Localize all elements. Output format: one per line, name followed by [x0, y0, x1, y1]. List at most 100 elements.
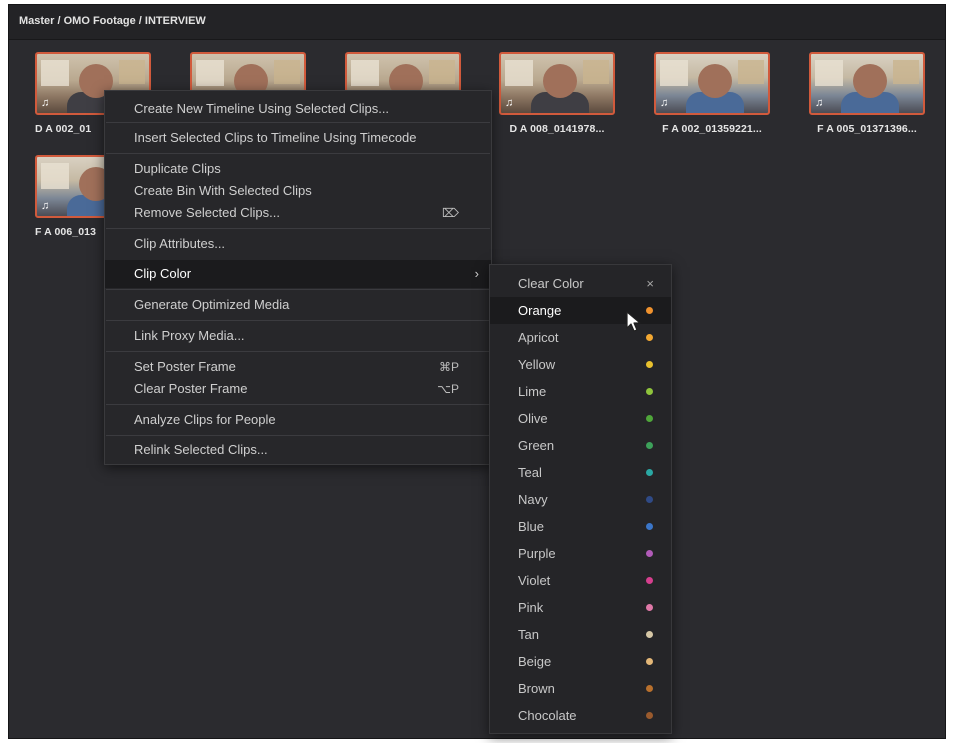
menu-item-color-teal[interactable]: Teal — [490, 459, 671, 486]
menu-item-clear-color[interactable]: Clear Color × — [490, 270, 671, 297]
audio-icon: ♫ — [41, 200, 50, 212]
audio-icon: ♫ — [505, 97, 514, 109]
menu-item-color-blue[interactable]: Blue — [490, 513, 671, 540]
menu-divider — [106, 404, 490, 405]
menu-item-clear-poster-frame[interactable]: Clear Poster Frame ⌥P — [105, 378, 491, 400]
menu-item-relink-selected-clips[interactable]: Relink Selected Clips... — [105, 439, 491, 461]
menu-item-label: Orange — [518, 303, 562, 318]
menu-item-clip-color[interactable]: Clip Color › — [105, 260, 491, 288]
color-swatch-icon — [646, 361, 653, 368]
menu-item-label: Generate Optimized Media — [134, 297, 290, 312]
menu-item-label: Pink — [518, 600, 544, 615]
menu-item-label: Chocolate — [518, 708, 577, 723]
menu-item-duplicate-clips[interactable]: Duplicate Clips — [105, 158, 491, 180]
menu-item-label: Green — [518, 438, 555, 453]
chevron-right-icon: › — [474, 266, 479, 281]
menu-item-label: Create Bin With Selected Clips — [134, 183, 312, 198]
color-swatch-icon — [646, 658, 653, 665]
clip-thumbnail-image: ♫ — [499, 52, 615, 115]
menu-item-label: Tan — [518, 627, 539, 642]
menu-item-label: Insert Selected Clips to Timeline Using … — [134, 130, 417, 145]
menu-divider — [106, 122, 490, 123]
color-swatch-icon — [646, 685, 653, 692]
menu-item-shortcut: ⌥P — [437, 382, 459, 396]
menu-item-color-pink[interactable]: Pink — [490, 594, 671, 621]
menu-item-label: Clip Color — [134, 266, 192, 281]
menu-item-clip-attributes[interactable]: Clip Attributes... — [105, 233, 491, 255]
menu-item-color-apricot[interactable]: Apricot — [490, 324, 671, 351]
menu-item-create-new-timeline[interactable]: Create New Timeline Using Selected Clips… — [105, 98, 491, 120]
color-swatch-icon — [646, 334, 653, 341]
clip-thumbnail-image: ♫ — [809, 52, 925, 115]
menu-divider — [106, 320, 490, 321]
color-swatch-icon — [646, 577, 653, 584]
menu-item-color-olive[interactable]: Olive — [490, 405, 671, 432]
close-icon: × — [646, 276, 654, 291]
color-swatch-icon — [646, 415, 653, 422]
clip-color-submenu: Clear Color × Orange Apricot Yellow Lime Oli… — [489, 264, 672, 734]
menu-item-color-beige[interactable]: Beige — [490, 648, 671, 675]
color-swatch-icon — [646, 469, 653, 476]
clip-thumbnail[interactable]: ♫ F A 005_01371396... — [805, 52, 929, 135]
clip-name: F A 002_01359221... — [662, 123, 762, 135]
menu-item-label: Violet — [518, 573, 551, 588]
color-swatch-icon — [646, 442, 653, 449]
clip-name: D A 008_0141978... — [509, 123, 605, 135]
menu-item-create-bin[interactable]: Create Bin With Selected Clips — [105, 180, 491, 202]
menu-item-label: Link Proxy Media... — [134, 328, 245, 343]
color-swatch-icon — [646, 712, 653, 719]
menu-item-generate-optimized-media[interactable]: Generate Optimized Media — [105, 294, 491, 316]
menu-item-color-green[interactable]: Green — [490, 432, 671, 459]
menu-item-color-navy[interactable]: Navy — [490, 486, 671, 513]
menu-item-label: Clip Attributes... — [134, 236, 226, 251]
menu-item-label: Brown — [518, 681, 555, 696]
menu-item-color-purple[interactable]: Purple — [490, 540, 671, 567]
menu-item-label: Yellow — [518, 357, 556, 372]
menu-item-label: Duplicate Clips — [134, 161, 221, 176]
menu-item-color-brown[interactable]: Brown — [490, 675, 671, 702]
menu-item-label: Teal — [518, 465, 542, 480]
menu-item-shortcut: ⌘P — [438, 360, 459, 374]
color-swatch-icon — [646, 307, 653, 314]
menu-item-link-proxy-media[interactable]: Link Proxy Media... — [105, 325, 491, 347]
menu-item-color-tan[interactable]: Tan — [490, 621, 671, 648]
clip-thumbnail[interactable]: ♫ D A 008_0141978... — [495, 52, 619, 135]
context-menu: Create New Timeline Using Selected Clips… — [104, 90, 492, 465]
color-swatch-icon — [646, 604, 653, 611]
menu-item-label: Set Poster Frame — [134, 359, 236, 374]
menu-item-label: Purple — [518, 546, 556, 561]
breadcrumb: Master / OMO Footage / INTERVIEW — [9, 5, 945, 40]
menu-item-color-yellow[interactable]: Yellow — [490, 351, 671, 378]
menu-item-label: Olive — [518, 411, 548, 426]
color-swatch-icon — [646, 631, 653, 638]
menu-item-color-chocolate[interactable]: Chocolate — [490, 702, 671, 729]
menu-divider — [106, 351, 490, 352]
menu-divider — [106, 435, 490, 436]
delete-shortcut-icon: ⌦ — [442, 206, 459, 220]
menu-item-insert-selected-clips[interactable]: Insert Selected Clips to Timeline Using … — [105, 127, 491, 149]
menu-item-label: Lime — [518, 384, 547, 399]
menu-item-color-orange[interactable]: Orange — [490, 297, 671, 324]
menu-item-label: Clear Poster Frame — [134, 381, 248, 396]
clip-name: F A 005_01371396... — [817, 123, 917, 135]
clip-thumbnail[interactable]: ♫ F A 002_01359221... — [650, 52, 774, 135]
menu-item-label: Blue — [518, 519, 545, 534]
menu-item-label: Remove Selected Clips... — [134, 205, 280, 220]
menu-item-color-lime[interactable]: Lime — [490, 378, 671, 405]
menu-item-label: Analyze Clips for People — [134, 412, 276, 427]
color-swatch-icon — [646, 550, 653, 557]
menu-divider — [106, 228, 490, 229]
breadcrumb-path: Master / OMO Footage / INTERVIEW — [19, 15, 206, 27]
menu-item-analyze-clips-for-people[interactable]: Analyze Clips for People — [105, 409, 491, 431]
menu-item-label: Navy — [518, 492, 548, 507]
menu-item-remove-selected-clips[interactable]: Remove Selected Clips... ⌦ — [105, 202, 491, 224]
menu-divider — [106, 289, 490, 290]
menu-divider — [106, 153, 490, 154]
menu-item-label: Relink Selected Clips... — [134, 442, 268, 457]
color-swatch-icon — [646, 496, 653, 503]
menu-item-set-poster-frame[interactable]: Set Poster Frame ⌘P — [105, 356, 491, 378]
menu-item-color-violet[interactable]: Violet — [490, 567, 671, 594]
menu-item-label: Create New Timeline Using Selected Clips… — [134, 101, 390, 116]
color-swatch-icon — [646, 523, 653, 530]
color-swatch-icon — [646, 388, 653, 395]
